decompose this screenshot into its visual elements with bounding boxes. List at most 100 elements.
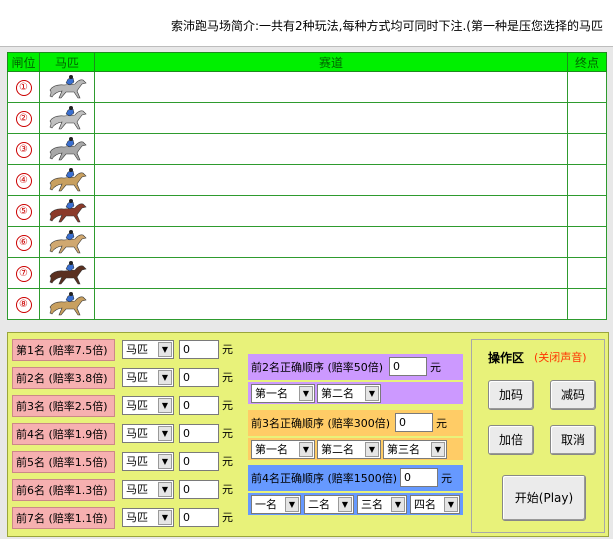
bet-unit: 元: [222, 483, 233, 496]
finish-cell: [567, 226, 607, 258]
order4-third-select[interactable]: 三名 ▼: [357, 495, 407, 514]
gate-number: ⑧: [15, 296, 32, 313]
chevron-down-icon: ▼: [365, 386, 379, 401]
horse-cell: [39, 288, 95, 320]
bet-odds-label: 前5名 (赔率1.5倍): [12, 451, 115, 473]
gate-cell: ②: [7, 102, 40, 134]
race-track: 闸位 马匹 赛道 终点 ① ② ③ ④ ⑤ ⑥ ⑦ ⑧: [7, 52, 607, 320]
order2-label: 前2名正确顺序 (赔率50倍): [251, 361, 384, 374]
header-gate: 闸位: [7, 52, 40, 72]
gate-cell: ④: [7, 164, 40, 196]
bet-odds-label: 前4名 (赔率1.9倍): [12, 423, 115, 445]
order2-unit: 元: [430, 361, 441, 374]
horse-cell: [39, 102, 95, 134]
bet-horse-select[interactable]: 马匹 ▼: [122, 368, 174, 387]
track-lane-row: ①: [7, 71, 607, 103]
racehorse-icon: [49, 199, 87, 223]
racehorse-icon: [49, 292, 87, 316]
order2-box: 前2名正确顺序 (赔率50倍) 0 元: [248, 354, 463, 380]
finish-cell: [567, 71, 607, 103]
bet-horse-select[interactable]: 马匹 ▼: [122, 452, 174, 471]
bet-horse-select[interactable]: 马匹 ▼: [122, 508, 174, 527]
bet-odds-label: 前7名 (赔率1.1倍): [12, 507, 115, 529]
cancel-bet-button[interactable]: 取消: [550, 425, 596, 455]
betting-area: 第1名 (赔率7.5倍) 马匹 ▼ 0 元前2名 (赔率3.8倍) 马匹 ▼ 0 元前3名 (赔…: [7, 332, 609, 537]
order4-fourth-select[interactable]: 四名 ▼: [410, 495, 460, 514]
bet-unit: 元: [222, 343, 233, 356]
bet-unit: 元: [222, 371, 233, 384]
intro-marquee: 索沛跑马场简介:一共有2种玩法,每种方式均可同时下注.(第一种是压您选择的马匹: [171, 19, 603, 33]
order4-select-row: 一名 ▼ 二名 ▼ 三名 ▼ 四名 ▼: [248, 493, 463, 515]
bet-horse-select[interactable]: 马匹 ▼: [122, 424, 174, 443]
race-lane: [94, 288, 568, 320]
racehorse-icon: [49, 168, 87, 192]
chevron-down-icon: ▼: [391, 497, 405, 512]
racehorse-icon: [49, 230, 87, 254]
finish-cell: [567, 195, 607, 227]
order3-first-select[interactable]: 第一名 ▼: [251, 440, 315, 459]
gate-cell: ⑧: [7, 288, 40, 320]
bet-amount-input[interactable]: 0: [179, 368, 219, 387]
bet-amount-input[interactable]: 0: [179, 480, 219, 499]
bet-unit: 元: [222, 427, 233, 440]
start-play-button[interactable]: 开始(Play): [502, 475, 586, 521]
bet-amount-input[interactable]: 0: [179, 508, 219, 527]
race-lane: [94, 195, 568, 227]
track-lane-row: ②: [7, 102, 607, 134]
gate-cell: ⑦: [7, 257, 40, 289]
race-lane: [94, 226, 568, 258]
bet-row: 第1名 (赔率7.5倍) 马匹 ▼ 0 元: [12, 339, 242, 361]
horse-cell: [39, 195, 95, 227]
racehorse-icon: [49, 137, 87, 161]
chevron-down-icon: ▼: [158, 370, 172, 385]
order2-second-select[interactable]: 第二名 ▼: [317, 384, 381, 403]
bet-row: 前7名 (赔率1.1倍) 马匹 ▼ 0 元: [12, 507, 242, 529]
order3-third-select[interactable]: 第三名 ▼: [383, 440, 447, 459]
order3-amount-input[interactable]: 0: [395, 413, 433, 432]
horse-cell: [39, 226, 95, 258]
chevron-down-icon: ▼: [338, 497, 352, 512]
order2-amount-input[interactable]: 0: [389, 357, 427, 376]
finish-cell: [567, 133, 607, 165]
chevron-down-icon: ▼: [299, 442, 313, 457]
order4-first-select[interactable]: 一名 ▼: [251, 495, 301, 514]
order2-first-select[interactable]: 第一名 ▼: [251, 384, 315, 403]
double-bet-button[interactable]: 加倍: [488, 425, 534, 455]
bet-horse-select[interactable]: 马匹 ▼: [122, 480, 174, 499]
gate-number: ⑤: [15, 203, 32, 220]
bet-horse-select[interactable]: 马匹 ▼: [122, 340, 174, 359]
horse-cell: [39, 133, 95, 165]
header-finish: 终点: [567, 52, 607, 72]
bet-amount-input[interactable]: 0: [179, 340, 219, 359]
track-lane-row: ④: [7, 164, 607, 196]
gate-number: ③: [15, 141, 32, 158]
bet-amount-input[interactable]: 0: [179, 424, 219, 443]
order4-amount-input[interactable]: 0: [400, 468, 438, 487]
order3-label: 前3名正确顺序 (赔率300倍): [251, 417, 391, 430]
gate-cell: ③: [7, 133, 40, 165]
finish-cell: [567, 288, 607, 320]
race-lane: [94, 164, 568, 196]
track-lane-row: ③: [7, 133, 607, 165]
operations-panel: 操作区 (关闭声音) 加码 减码 加倍 取消 开始(Play): [471, 339, 605, 533]
chevron-down-icon: ▼: [365, 442, 379, 457]
bet-amount-input[interactable]: 0: [179, 452, 219, 471]
track-lane-row: ⑥: [7, 226, 607, 258]
header-horse: 马匹: [39, 52, 95, 72]
order4-second-select[interactable]: 二名 ▼: [304, 495, 354, 514]
mute-sound-link[interactable]: (关闭声音): [534, 349, 587, 365]
bet-row: 前5名 (赔率1.5倍) 马匹 ▼ 0 元: [12, 451, 242, 473]
order4-unit: 元: [441, 472, 452, 485]
bet-horse-select[interactable]: 马匹 ▼: [122, 396, 174, 415]
chevron-down-icon: ▼: [158, 482, 172, 497]
chevron-down-icon: ▼: [158, 398, 172, 413]
gate-cell: ⑤: [7, 195, 40, 227]
reduce-bet-button[interactable]: 减码: [550, 380, 596, 410]
add-bet-button[interactable]: 加码: [488, 380, 534, 410]
gate-cell: ①: [7, 71, 40, 103]
bet-unit: 元: [222, 399, 233, 412]
gate-number: ④: [15, 172, 32, 189]
order4-box: 前4名正确顺序 (赔率1500倍) 0 元: [248, 465, 463, 491]
bet-amount-input[interactable]: 0: [179, 396, 219, 415]
order3-second-select[interactable]: 第二名 ▼: [317, 440, 381, 459]
